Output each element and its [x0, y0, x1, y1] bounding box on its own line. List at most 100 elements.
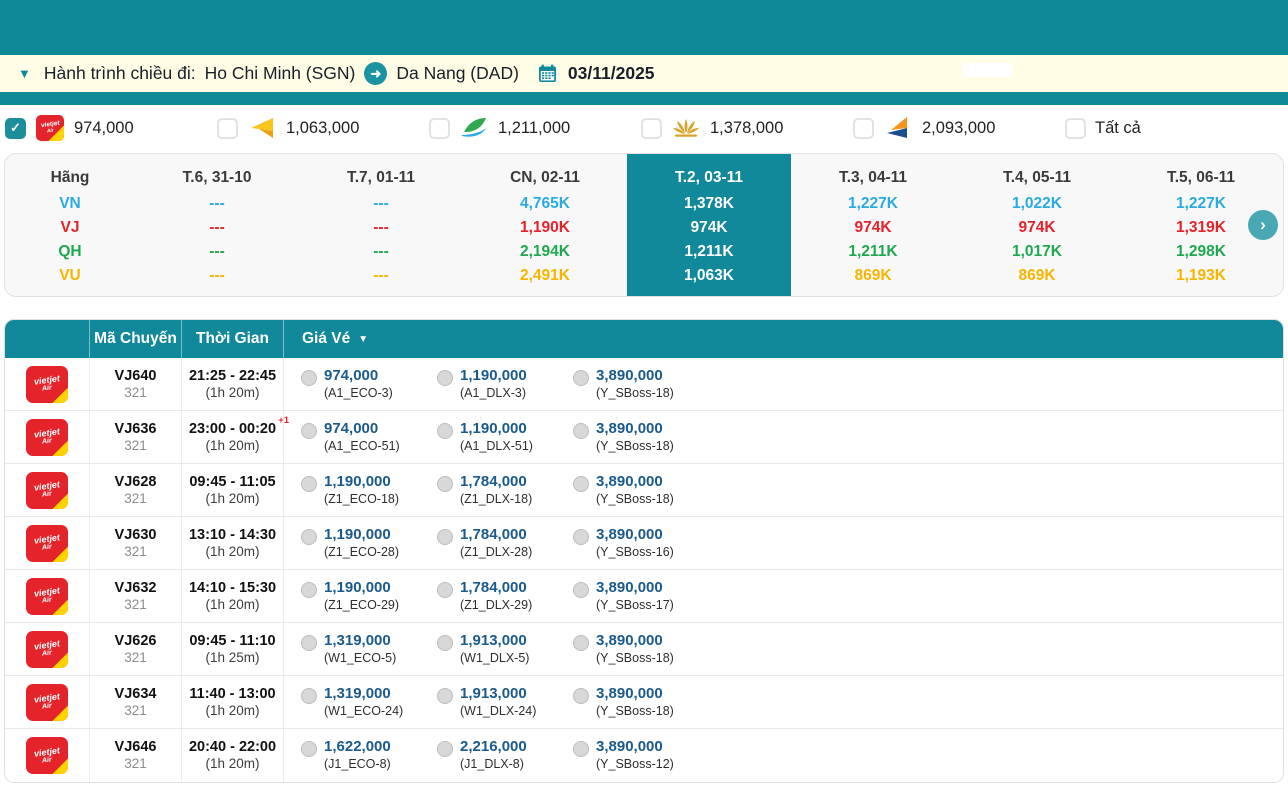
radio-icon[interactable] — [437, 741, 453, 757]
radio-icon[interactable] — [301, 529, 317, 545]
matrix-fare-value[interactable]: 869K — [1018, 264, 1055, 288]
fare-option[interactable]: 3,890,000 (Y_SBoss-18) — [573, 367, 709, 401]
radio-icon[interactable] — [573, 529, 589, 545]
radio-icon[interactable] — [437, 582, 453, 598]
matrix-date-column[interactable]: T.2, 03-111,378K974K1,211K1,063K — [627, 154, 791, 296]
radio-icon[interactable] — [437, 688, 453, 704]
checkbox-icon[interactable] — [1065, 118, 1086, 139]
matrix-fare-value[interactable]: 1,227K — [1176, 192, 1226, 216]
fare-option[interactable]: 974,000 (A1_ECO-51) — [301, 420, 437, 454]
fare-option[interactable]: 1,190,000 (Z1_ECO-29) — [301, 579, 437, 613]
matrix-fare-value[interactable]: 1,063K — [684, 264, 734, 288]
matrix-fare-value[interactable]: 1,378K — [684, 192, 734, 216]
radio-icon[interactable] — [437, 635, 453, 651]
matrix-fare-value[interactable]: --- — [209, 216, 225, 240]
matrix-fare-value[interactable]: 2,194K — [520, 240, 570, 264]
fare-option[interactable]: 3,890,000 (Y_SBoss-18) — [573, 685, 709, 719]
matrix-fare-value[interactable]: 1,211K — [684, 240, 733, 264]
fare-column-header[interactable]: Giá Vé ▼ — [283, 320, 1283, 358]
matrix-column-header[interactable]: CN, 02-11 — [510, 163, 580, 192]
fare-option[interactable]: 1,190,000 (Z1_ECO-28) — [301, 526, 437, 560]
radio-icon[interactable] — [437, 423, 453, 439]
radio-icon[interactable] — [437, 476, 453, 492]
matrix-fare-value[interactable]: --- — [373, 240, 389, 264]
radio-icon[interactable] — [573, 423, 589, 439]
fare-option[interactable]: 1,784,000 (Z1_DLX-18) — [437, 473, 573, 507]
matrix-fare-value[interactable]: 869K — [854, 264, 891, 288]
matrix-fare-value[interactable]: 1,211K — [848, 240, 897, 264]
matrix-fare-value[interactable]: 1,190K — [520, 216, 570, 240]
matrix-fare-value[interactable]: 1,298K — [1176, 240, 1226, 264]
radio-icon[interactable] — [573, 476, 589, 492]
matrix-fare-value[interactable]: --- — [209, 192, 225, 216]
matrix-date-column[interactable]: T.3, 04-111,227K974K1,211K869K — [791, 154, 955, 296]
matrix-fare-value[interactable]: 1,227K — [848, 192, 898, 216]
matrix-fare-value[interactable]: 4,765K — [520, 192, 570, 216]
fare-option[interactable]: 2,216,000 (J1_DLX-8) — [437, 738, 573, 772]
airline-filter[interactable]: 1,378,000 — [641, 114, 853, 142]
matrix-fare-value[interactable]: --- — [373, 264, 389, 288]
fare-option[interactable]: 3,890,000 (Y_SBoss-18) — [573, 632, 709, 666]
radio-icon[interactable] — [437, 529, 453, 545]
matrix-column-header[interactable]: T.5, 06-11 — [1167, 163, 1235, 192]
matrix-fare-value[interactable]: --- — [209, 264, 225, 288]
radio-icon[interactable] — [573, 635, 589, 651]
matrix-column-header[interactable]: T.4, 05-11 — [1003, 163, 1071, 192]
fare-option[interactable]: 1,319,000 (W1_ECO-5) — [301, 632, 437, 666]
radio-icon[interactable] — [301, 582, 317, 598]
fare-option[interactable]: 1,190,000 (A1_DLX-51) — [437, 420, 573, 454]
airline-filter[interactable]: Tất cả — [1065, 118, 1277, 139]
fare-option[interactable]: 1,190,000 (Z1_ECO-18) — [301, 473, 437, 507]
fare-option[interactable]: 1,784,000 (Z1_DLX-28) — [437, 526, 573, 560]
matrix-fare-value[interactable]: 974K — [1018, 216, 1055, 240]
radio-icon[interactable] — [573, 741, 589, 757]
matrix-date-column[interactable]: T.6, 31-10------------ — [135, 154, 299, 296]
matrix-fare-value[interactable]: 2,491K — [520, 264, 570, 288]
fare-option[interactable]: 1,622,000 (J1_ECO-8) — [301, 738, 437, 772]
airline-filter[interactable]: 1,063,000 — [217, 114, 429, 142]
matrix-column-header[interactable]: T.7, 01-11 — [347, 163, 415, 192]
airline-filter[interactable]: 1,211,000 — [429, 114, 641, 142]
matrix-fare-value[interactable]: 1,022K — [1012, 192, 1062, 216]
fare-option[interactable]: 3,890,000 (Y_SBoss-18) — [573, 420, 709, 454]
fare-option[interactable]: 3,890,000 (Y_SBoss-16) — [573, 526, 709, 560]
chevron-right-icon[interactable]: › — [1248, 210, 1278, 240]
checkbox-icon[interactable] — [853, 118, 874, 139]
checkbox-icon[interactable] — [429, 118, 450, 139]
fare-option[interactable]: 3,890,000 (Y_SBoss-12) — [573, 738, 709, 772]
fare-option[interactable]: 3,890,000 (Y_SBoss-18) — [573, 473, 709, 507]
calendar-icon[interactable] — [538, 64, 557, 83]
matrix-date-column[interactable]: CN, 02-114,765K1,190K2,194K2,491K — [463, 154, 627, 296]
fare-option[interactable]: 1,319,000 (W1_ECO-24) — [301, 685, 437, 719]
matrix-date-column[interactable]: T.4, 05-111,022K974K1,017K869K — [955, 154, 1119, 296]
checkbox-icon[interactable] — [217, 118, 238, 139]
matrix-column-header[interactable]: T.3, 04-11 — [839, 163, 907, 192]
radio-icon[interactable] — [301, 635, 317, 651]
radio-icon[interactable] — [437, 370, 453, 386]
matrix-fare-value[interactable]: 1,319K — [1176, 216, 1226, 240]
checkbox-icon[interactable]: ✓ — [5, 118, 26, 139]
checkbox-icon[interactable] — [641, 118, 662, 139]
fare-option[interactable]: 1,190,000 (A1_DLX-3) — [437, 367, 573, 401]
matrix-fare-value[interactable]: 1,193K — [1176, 264, 1226, 288]
radio-icon[interactable] — [573, 370, 589, 386]
radio-icon[interactable] — [301, 476, 317, 492]
matrix-column-header[interactable]: T.2, 03-11 — [675, 163, 743, 192]
matrix-fare-value[interactable]: --- — [209, 240, 225, 264]
fare-option[interactable]: 1,913,000 (W1_DLX-24) — [437, 685, 573, 719]
fare-option[interactable]: 1,784,000 (Z1_DLX-29) — [437, 579, 573, 613]
radio-icon[interactable] — [573, 688, 589, 704]
matrix-fare-value[interactable]: --- — [373, 216, 389, 240]
matrix-date-column[interactable]: T.7, 01-11------------ — [299, 154, 463, 296]
radio-icon[interactable] — [301, 741, 317, 757]
matrix-fare-value[interactable]: --- — [373, 192, 389, 216]
radio-icon[interactable] — [301, 370, 317, 386]
matrix-column-header[interactable]: T.6, 31-10 — [183, 163, 252, 192]
radio-icon[interactable] — [301, 688, 317, 704]
airline-filter[interactable]: ✓ vietjetAir 974,000 — [5, 114, 217, 142]
matrix-fare-value[interactable]: 974K — [854, 216, 891, 240]
matrix-fare-value[interactable]: 1,017K — [1012, 240, 1062, 264]
airline-filter[interactable]: 2,093,000 — [853, 114, 1065, 142]
radio-icon[interactable] — [301, 423, 317, 439]
matrix-fare-value[interactable]: 974K — [690, 216, 727, 240]
